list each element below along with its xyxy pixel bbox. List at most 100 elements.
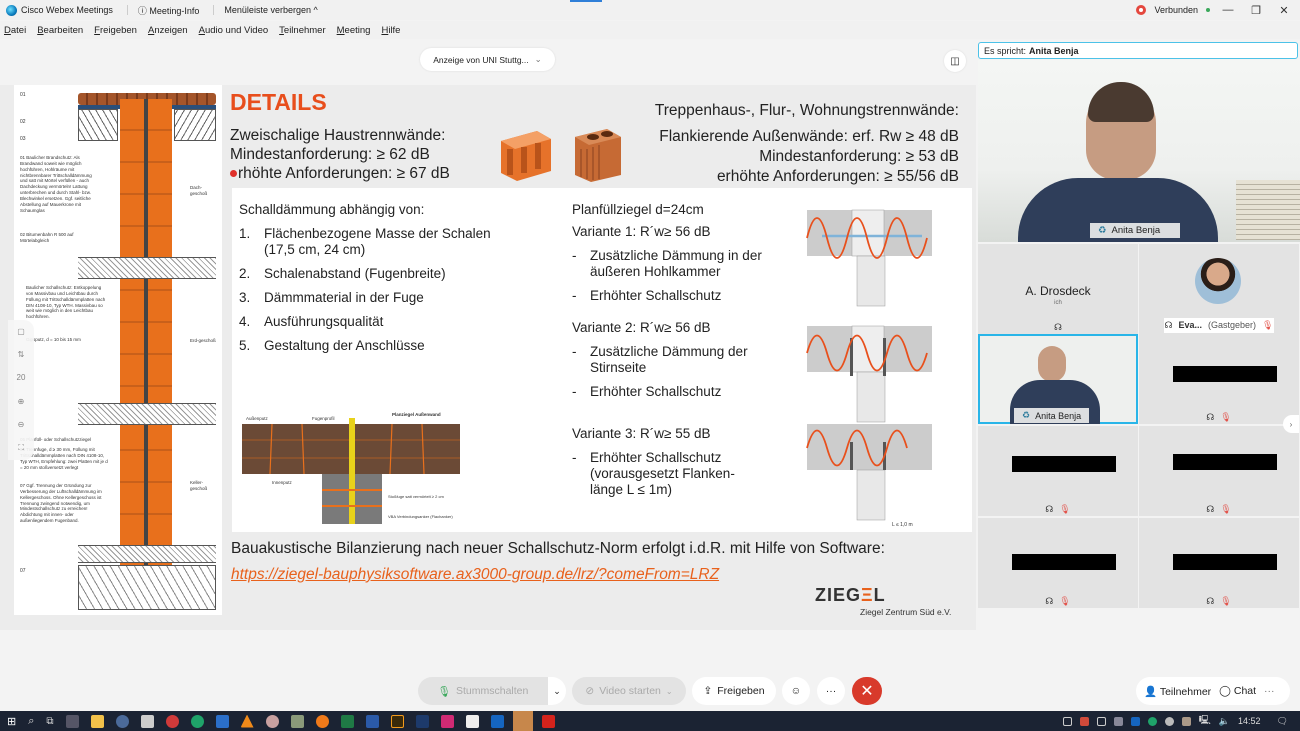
participant-tile[interactable]: ☊ 🎙 [1139,518,1299,608]
app-icon[interactable] [115,714,129,728]
title-bar: Cisco Webex Meetings ⓘ Meeting-Info Menü… [0,0,1300,20]
browser-icon[interactable] [165,714,179,728]
network-icon[interactable]: 🖳 [1199,713,1211,729]
visio-icon[interactable] [215,714,229,728]
usb-icon[interactable] [1096,716,1106,726]
hide-menubar-button[interactable]: Menüleiste verbergen ^ [224,5,317,15]
vlc-icon[interactable] [240,714,254,728]
zoom-out-icon[interactable]: ⊖ [18,420,25,429]
participant-tile[interactable]: ☊ 🎙 [978,518,1138,608]
drawing-note-07: 07 Ggf. Trennung der Gründung zur Verbes… [20,483,102,524]
mute-button[interactable]: 🎙 Stummschalten [418,677,548,705]
muted-mic-icon: 🎙 [1262,320,1274,330]
zoom-in-icon[interactable]: ⊕ [18,397,25,406]
word-icon[interactable] [365,714,379,728]
menu-datei[interactable]: Datei [4,25,26,36]
drawing-num-07: 07 [20,568,26,574]
viewing-source-dropdown[interactable]: Anzeige von UNI Stuttg... ⌄ [420,48,555,71]
volume-icon[interactable]: 🔈 [1219,716,1230,727]
leave-meeting-button[interactable]: ✕ [852,677,882,705]
firefox-icon[interactable] [315,714,329,728]
task-view-icon[interactable]: ⧉ [46,716,53,727]
menu-freigeben[interactable]: Freigeben [94,25,137,36]
shield-icon[interactable] [190,714,204,728]
start-video-button[interactable]: ⊘ Video starten ⌄ [572,677,686,705]
menu-anzeigen[interactable]: Anzeigen [148,25,188,36]
right-header-line2: Flankierende Außenwände: erf. Rw ≥ 48 dB [659,128,959,145]
active-speaker-video[interactable]: ♻ Anita Benja [978,60,1300,242]
schallschutz-brick-icon [575,129,621,182]
more-options-button[interactable]: ··· [817,677,845,705]
tray-icon[interactable] [1181,716,1191,726]
list-item: - Erhöhter Schallschutz (vorausgesetzt Fl… [572,450,735,497]
drawing-num-03: 03 [20,136,26,142]
panel-more-button[interactable]: ··· [1264,685,1275,697]
headset-icon: ☊ [1045,596,1054,606]
thumbnail-icon[interactable]: ▢ [17,327,25,336]
participant-tile[interactable]: ☊ 🎙 [1139,426,1299,516]
outlook-tray-icon[interactable] [1130,716,1140,726]
list-item: 2. Schalenabstand (Fugenbreite) [239,266,446,281]
t-junction-detail-drawing: Außenputz Fugenprofil Planziegel Außenwa… [242,412,460,524]
notifications-icon[interactable]: 🗨 [1277,716,1288,727]
participant-tile[interactable]: A. Drosdeck ich ☊ [978,244,1138,334]
webex-taskbar-icon[interactable] [512,711,533,731]
audio-options-button[interactable]: ⌄ [548,677,566,705]
start-icon[interactable]: ⊞ [7,715,16,728]
participant-tile[interactable]: ☊ 🎙 [978,426,1138,516]
tray-icon[interactable] [1113,716,1123,726]
meeting-info-button[interactable]: ⓘ Meeting-Info [138,4,200,17]
connection-ok-icon [1206,8,1210,12]
video-name-tag: ♻ Anita Benja [1090,223,1180,238]
excel-icon[interactable] [340,714,354,728]
headset-icon: ☊ [1206,596,1215,606]
menu-teilnehmer[interactable]: Teilnehmer [279,25,325,36]
clock[interactable]: 14:52 [1238,716,1261,726]
connection-status[interactable]: Verbunden [1154,5,1198,15]
label-stossfuge: Stoßfuge satt vermörtelt ≥ 2 cm [388,494,444,499]
illustrator-icon[interactable] [390,714,404,728]
layout-toggle-button[interactable]: ◫ [944,50,966,72]
acrobat-icon[interactable] [541,714,555,728]
menu-meeting[interactable]: Meeting [337,25,371,36]
mail-icon[interactable] [140,714,154,728]
reactions-button[interactable]: ☺ [782,677,810,705]
menu-audio-video[interactable]: Audio und Video [199,25,269,36]
chevron-down-icon: ⌄ [534,54,542,64]
close-button[interactable]: ✕ [1274,4,1294,17]
variant-2-title: Variante 2: R´w≥ 56 dB [572,320,711,335]
shared-content-area: Anzeige von UNI Stuttg... ⌄ ◫ 01 02 03 0… [0,40,976,670]
calculator-icon[interactable] [65,714,79,728]
explorer-icon[interactable] [90,714,104,728]
speaking-label: Es spricht: [984,45,1027,56]
restore-button[interactable]: ❐ [1246,4,1266,17]
indesign-icon[interactable] [440,714,454,728]
search-icon[interactable]: ⌕ [28,715,34,728]
participants-button[interactable]: 👤 Teilnehmer [1144,685,1211,698]
tray-icon[interactable] [1164,716,1174,726]
app2-icon[interactable] [265,714,279,728]
list-item: - Zusätzliche Dämmung der Stirnseite [572,344,748,375]
participant-tile[interactable]: ☊ Eva... (Gastgeber) 🎙 [1139,244,1299,334]
photoshop-icon[interactable] [415,714,429,728]
software-link[interactable]: https://ziegel-bauphysiksoftware.ax3000-… [231,566,719,584]
chat-button[interactable]: ◯ Chat [1219,685,1256,697]
participant-tile[interactable]: ☊ 🎙 [1139,334,1299,424]
menu-bearbeiten[interactable]: Bearbeiten [37,25,83,36]
tray-icon[interactable] [1062,716,1072,726]
tray-icon[interactable] [1079,716,1089,726]
drawing-note-schall: Baulicher Schallschutz: Entkoppelung von… [26,285,106,320]
acrobat-reader-icon[interactable] [465,714,479,728]
annotate-icon[interactable]: ⇅ [18,350,25,359]
app3-icon[interactable] [290,714,304,728]
planfuellziegel-variants: Planfüllziegel d=24cm Variante 1: R´w≥ 5… [572,202,770,498]
next-page-button[interactable]: › [1283,415,1299,433]
security-icon[interactable] [1147,716,1157,726]
participant-tile-active[interactable]: ♻ Anita Benja [978,334,1138,424]
fit-screen-icon[interactable]: ⛶ [18,443,24,453]
minimize-button[interactable]: — [1218,4,1238,16]
share-button[interactable]: ⇪ Freigeben [692,677,776,705]
menu-hilfe[interactable]: Hilfe [381,25,400,36]
outlook-icon[interactable] [490,714,504,728]
more-icon: ··· [825,685,837,697]
